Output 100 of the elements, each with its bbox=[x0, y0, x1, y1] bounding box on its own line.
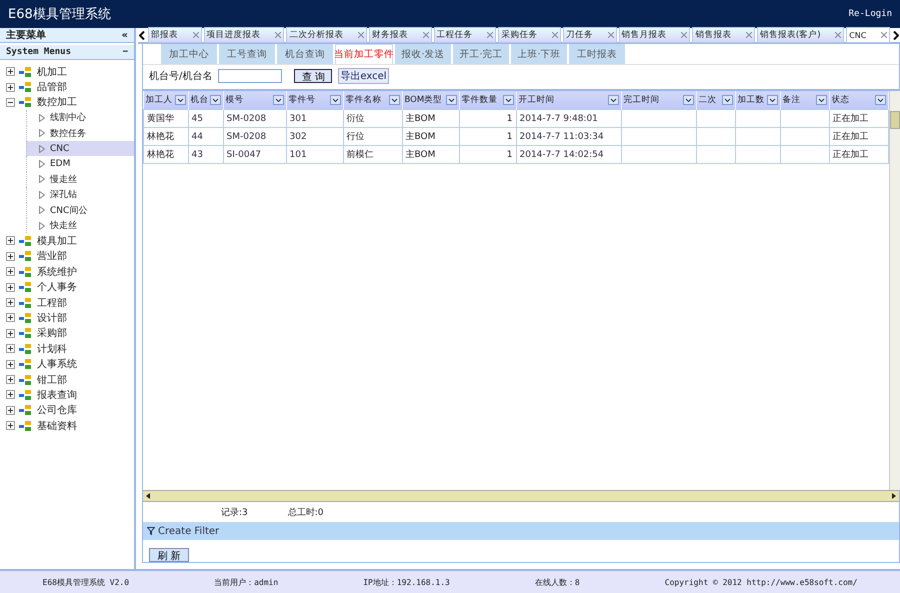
subtab[interactable]: 上班·下班 bbox=[511, 44, 567, 64]
expander-icon[interactable] bbox=[6, 98, 15, 107]
dropdown-icon[interactable] bbox=[502, 95, 514, 105]
subtab[interactable]: 工时报表 bbox=[569, 44, 625, 64]
expander-icon[interactable] bbox=[6, 390, 15, 400]
tab[interactable]: CNC bbox=[846, 27, 890, 43]
section-toggle[interactable]: − bbox=[122, 47, 128, 57]
tree-item[interactable]: 基础资料 bbox=[37, 418, 77, 433]
close-icon[interactable] bbox=[608, 32, 614, 38]
tree-item[interactable]: 公司仓库 bbox=[37, 403, 77, 418]
close-icon[interactable] bbox=[746, 32, 752, 38]
tree-item[interactable]: 品管部 bbox=[37, 80, 67, 94]
tree-child-item[interactable]: EDM bbox=[26, 156, 134, 172]
search-button[interactable]: 查 询 bbox=[294, 69, 332, 83]
horizontal-scrollbar[interactable] bbox=[143, 490, 899, 502]
scroll-right-icon[interactable] bbox=[890, 492, 898, 500]
scroll-right-icon[interactable] bbox=[893, 30, 900, 40]
dropdown-icon[interactable] bbox=[210, 95, 220, 105]
expander-icon[interactable] bbox=[6, 375, 15, 384]
expander-icon[interactable] bbox=[6, 282, 15, 292]
tree-item[interactable]: 系统维护 bbox=[37, 264, 77, 279]
tree-item[interactable]: 营业部 bbox=[37, 249, 67, 264]
tree-item[interactable]: 个人事务 bbox=[37, 280, 77, 294]
close-icon[interactable] bbox=[681, 32, 688, 38]
tab[interactable]: 二次分析报表 bbox=[286, 27, 367, 43]
dropdown-icon[interactable] bbox=[682, 95, 694, 105]
column-header[interactable]: 零件名称 bbox=[343, 91, 402, 110]
subtab[interactable]: 开工·完工 bbox=[453, 44, 509, 64]
tab[interactable]: 工程任务 bbox=[434, 27, 496, 43]
tab[interactable]: 部报表 bbox=[148, 27, 202, 43]
subtab[interactable]: 报收·发送 bbox=[395, 44, 451, 64]
close-icon[interactable] bbox=[552, 32, 558, 38]
column-header[interactable]: 完工时间 bbox=[621, 91, 696, 110]
tree-child-item[interactable]: 深孔钻 bbox=[26, 187, 134, 203]
column-header[interactable]: 零件数量 bbox=[459, 91, 516, 110]
close-icon[interactable] bbox=[358, 32, 364, 38]
close-icon[interactable] bbox=[487, 32, 494, 38]
tree-item[interactable]: 报表查询 bbox=[37, 388, 77, 402]
column-header[interactable]: 状态 bbox=[829, 91, 888, 110]
column-header[interactable]: 零件号 bbox=[286, 91, 343, 110]
tree-child-item[interactable]: CNC bbox=[26, 140, 134, 156]
expander-icon[interactable] bbox=[6, 236, 15, 246]
tab[interactable]: 采购任务 bbox=[498, 27, 561, 43]
refresh-button[interactable]: 刷 新 bbox=[149, 548, 189, 562]
close-icon[interactable] bbox=[835, 32, 842, 38]
tree-item[interactable]: 钳工部 bbox=[37, 372, 67, 386]
tab[interactable]: 销售报表 bbox=[692, 27, 755, 43]
filter-bar[interactable]: Create Filter bbox=[143, 522, 899, 540]
tab[interactable]: 销售月报表 bbox=[618, 27, 690, 43]
collapse-button[interactable]: « bbox=[122, 30, 128, 40]
dropdown-icon[interactable] bbox=[874, 95, 886, 105]
tree-item[interactable]: 人事系统 bbox=[37, 357, 77, 372]
tree-item[interactable]: 模具加工 bbox=[37, 234, 77, 248]
dropdown-icon[interactable] bbox=[766, 95, 778, 105]
expander-icon[interactable] bbox=[6, 298, 15, 308]
column-header[interactable]: 加工人 bbox=[144, 91, 188, 110]
search-field[interactable] bbox=[218, 69, 282, 83]
dropdown-icon[interactable] bbox=[388, 95, 400, 105]
column-header[interactable]: BOM类型 bbox=[402, 91, 459, 110]
tree-item[interactable]: 数控加工 bbox=[37, 95, 77, 110]
expander-icon[interactable] bbox=[6, 328, 15, 338]
column-header[interactable]: 模号 bbox=[223, 91, 286, 110]
dropdown-icon[interactable] bbox=[272, 95, 284, 105]
tab[interactable]: 销售报表(客户) bbox=[756, 27, 844, 43]
relogin-link[interactable]: Re-Login bbox=[848, 9, 892, 19]
subtab[interactable]: 工号查询 bbox=[219, 44, 275, 64]
close-icon[interactable] bbox=[422, 32, 429, 38]
expander-icon[interactable] bbox=[6, 360, 15, 369]
dropdown-icon[interactable] bbox=[330, 95, 340, 105]
scroll-left-icon[interactable] bbox=[144, 492, 152, 500]
tab[interactable]: 刀任务 bbox=[562, 27, 617, 43]
expander-icon[interactable] bbox=[6, 82, 15, 92]
column-header[interactable]: 备注 bbox=[780, 91, 829, 110]
tab[interactable]: 财务报表 bbox=[368, 27, 432, 43]
subtab[interactable]: 机台查询 bbox=[277, 44, 333, 64]
column-header[interactable]: 加工数 bbox=[735, 91, 780, 110]
tree-item[interactable]: 计划科 bbox=[37, 342, 67, 356]
dropdown-icon[interactable] bbox=[446, 95, 456, 105]
expander-icon[interactable] bbox=[6, 406, 15, 415]
close-icon[interactable] bbox=[275, 32, 282, 38]
tab[interactable]: 项目进度报表 bbox=[204, 27, 284, 43]
expander-icon[interactable] bbox=[6, 267, 15, 276]
expander-icon[interactable] bbox=[6, 313, 15, 322]
dropdown-icon[interactable] bbox=[608, 95, 618, 105]
export-link[interactable]: 导出excel bbox=[338, 68, 389, 84]
expander-icon[interactable] bbox=[6, 67, 15, 76]
tree-child-item[interactable]: 快走丝 bbox=[26, 218, 134, 234]
tree-item[interactable]: 机加工 bbox=[37, 64, 67, 79]
expander-icon[interactable] bbox=[6, 252, 15, 261]
subtab[interactable]: 当前加工零件 bbox=[335, 44, 393, 64]
tree-item[interactable]: 采购部 bbox=[37, 326, 67, 340]
tree-item[interactable]: 设计部 bbox=[37, 310, 67, 325]
tree-item[interactable]: 工程部 bbox=[37, 296, 67, 310]
tree-child-item[interactable]: 慢走丝 bbox=[26, 172, 134, 188]
dropdown-icon[interactable] bbox=[174, 95, 186, 105]
tree-child-item[interactable]: CNC间公 bbox=[26, 202, 134, 218]
tree-child-item[interactable]: 线割中心 bbox=[26, 110, 134, 126]
close-icon[interactable] bbox=[192, 32, 199, 38]
column-header[interactable]: 二次 bbox=[696, 91, 735, 110]
expander-icon[interactable] bbox=[6, 421, 15, 430]
